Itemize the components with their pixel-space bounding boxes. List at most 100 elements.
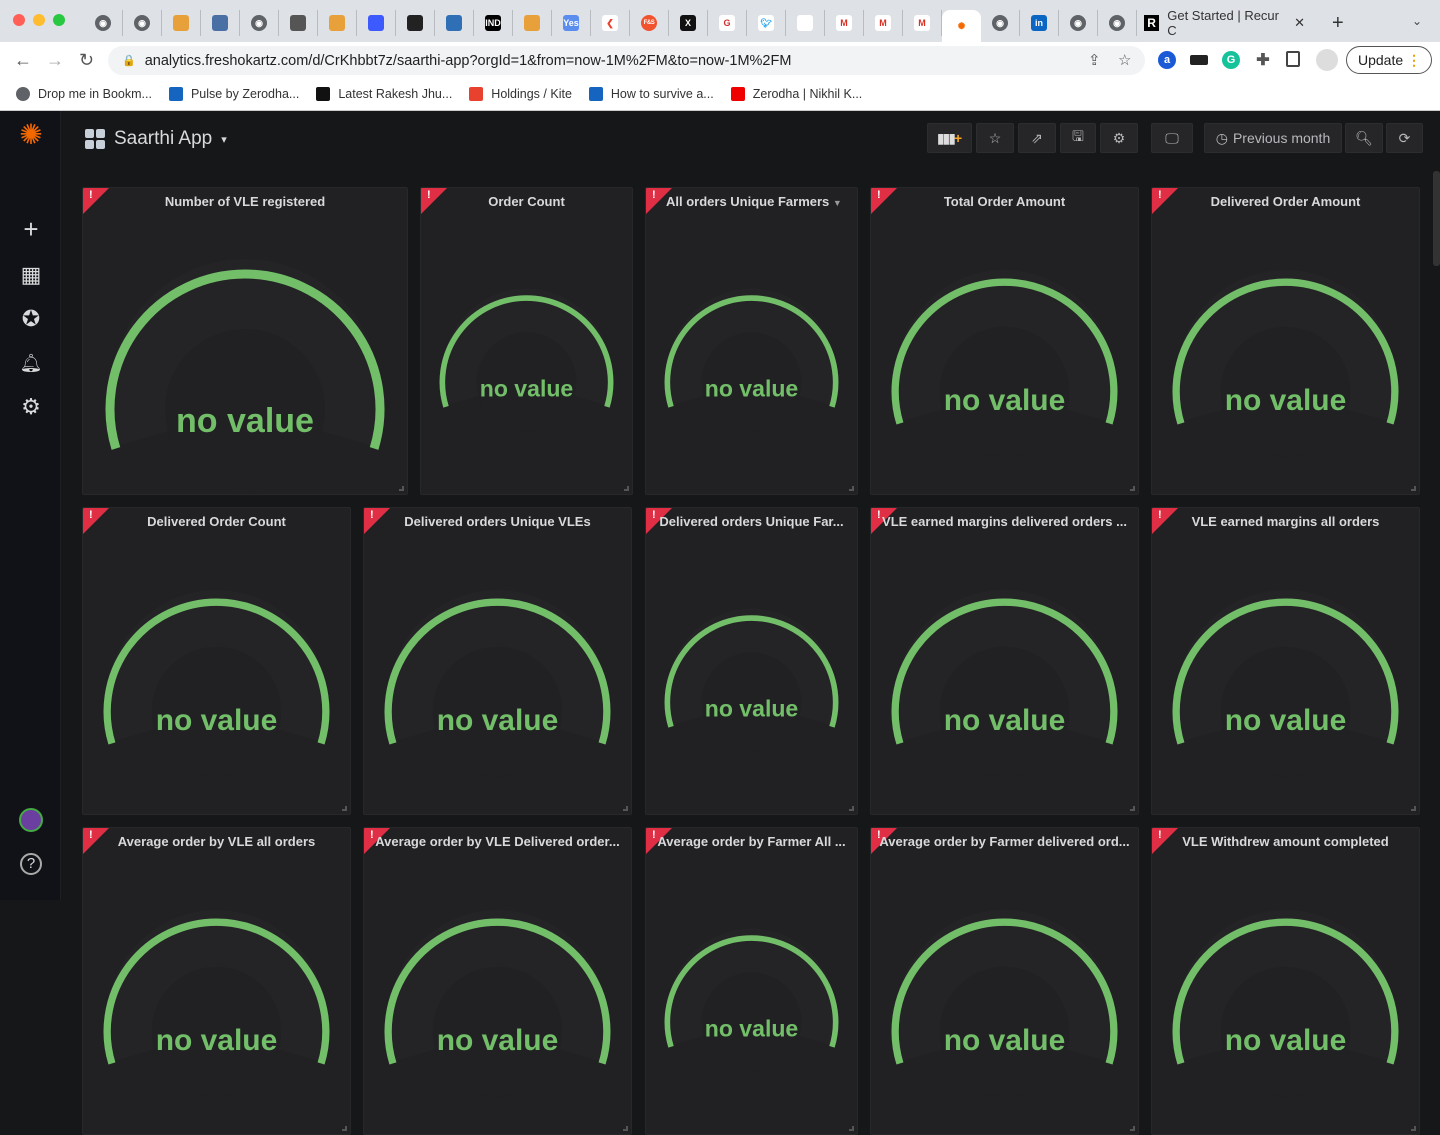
pinned-tab[interactable]: 🐦︎: [747, 10, 786, 36]
panel-title[interactable]: VLE earned margins delivered orders ...: [871, 514, 1138, 529]
panel-resize-handle[interactable]: [624, 486, 629, 491]
panel-title[interactable]: Delivered orders Unique Far...: [646, 514, 857, 529]
gauge-panel[interactable]: ! Average order by VLE Delivered order..…: [363, 827, 632, 1135]
gauge-panel[interactable]: ! Delivered orders Unique Far... no valu…: [645, 507, 858, 815]
gauge-panel[interactable]: ! Average order by Farmer All ... no val…: [645, 827, 858, 1135]
panel-title[interactable]: VLE earned margins all orders: [1152, 514, 1419, 529]
explore-compass-icon[interactable]: ✪: [19, 307, 43, 331]
user-avatar[interactable]: [19, 808, 43, 832]
browser-tab[interactable]: R Get Started | Recur C ✕: [1140, 8, 1315, 38]
pinned-tab[interactable]: [279, 10, 318, 36]
pinned-tab[interactable]: ◉: [240, 10, 279, 36]
pinned-tab[interactable]: ◉: [123, 10, 162, 36]
panel-resize-handle[interactable]: [1411, 1126, 1416, 1131]
panel-resize-handle[interactable]: [1411, 486, 1416, 491]
gauge-panel[interactable]: ! Average order by Farmer delivered ord.…: [870, 827, 1139, 1135]
bookmark-item[interactable]: Pulse by Zerodha...: [168, 87, 299, 101]
help-icon[interactable]: ?: [20, 853, 42, 875]
pinned-tab[interactable]: F&S: [630, 10, 669, 36]
gauge-panel[interactable]: ! Delivered orders Unique VLEs no value: [363, 507, 632, 815]
cycle-view-mode-button[interactable]: 🖵: [1151, 123, 1193, 153]
gauge-panel[interactable]: ! Average order by VLE all orders no val…: [82, 827, 351, 1135]
panel-resize-handle[interactable]: [849, 486, 854, 491]
panel-title[interactable]: Number of VLE registered: [83, 194, 407, 209]
pinned-tab[interactable]: ❮: [591, 10, 630, 36]
panel-resize-handle[interactable]: [849, 806, 854, 811]
pinned-tab[interactable]: [786, 10, 825, 36]
panel-resize-handle[interactable]: [623, 806, 628, 811]
time-picker-button[interactable]: ◷ Previous month: [1204, 123, 1342, 153]
add-panel-button[interactable]: ▮▮▮ +: [927, 123, 972, 153]
gauge-panel[interactable]: ! Total Order Amount no value: [870, 187, 1139, 495]
address-bar[interactable]: 🔒 analytics.freshokartz.com/d/CrKhbbt7z/…: [108, 46, 1145, 75]
scrollbar[interactable]: [1433, 171, 1440, 266]
bookmark-item[interactable]: Holdings / Kite: [469, 87, 572, 101]
pinned-tab[interactable]: ◉: [1098, 10, 1137, 36]
pinned-tab[interactable]: M: [825, 10, 864, 36]
profile-avatar[interactable]: [1316, 49, 1338, 71]
gauge-panel[interactable]: ! Delivered Order Count no value: [82, 507, 351, 815]
gauge-panel[interactable]: ! Order Count no value: [420, 187, 633, 495]
panel-title[interactable]: Average order by VLE Delivered order...: [364, 834, 631, 849]
panel-title[interactable]: Total Order Amount: [871, 194, 1138, 209]
gauge-panel[interactable]: ! VLE Withdrew amount completed no value: [1151, 827, 1420, 1135]
bookmark-item[interactable]: Drop me in Bookm...: [16, 87, 152, 101]
pinned-tab[interactable]: M: [864, 10, 903, 36]
panel-resize-handle[interactable]: [399, 486, 404, 491]
pinned-tab[interactable]: [513, 10, 552, 36]
close-tab-icon[interactable]: ✕: [1294, 15, 1305, 31]
maximize-window-button[interactable]: [53, 14, 65, 26]
minimize-window-button[interactable]: [33, 14, 45, 26]
panel-title[interactable]: Delivered Order Amount: [1152, 194, 1419, 209]
gauge-panel[interactable]: ! All orders Unique Farmers ▼ no value: [645, 187, 858, 495]
create-plus-icon[interactable]: +: [19, 216, 43, 242]
grammarly-icon[interactable]: G: [1222, 51, 1240, 69]
panel-resize-handle[interactable]: [342, 806, 347, 811]
dashboards-icon[interactable]: ▦: [19, 263, 43, 287]
panel-title[interactable]: Average order by Farmer delivered ord...: [871, 834, 1138, 849]
reload-button[interactable]: ↻: [79, 50, 94, 71]
pinned-tab[interactable]: [201, 10, 240, 36]
gauge-panel[interactable]: ! VLE earned margins all orders no value: [1151, 507, 1420, 815]
keyboard-extension-icon[interactable]: [1190, 55, 1208, 65]
panel-title[interactable]: Average order by VLE all orders: [83, 834, 350, 849]
bookmark-star-icon[interactable]: ☆: [1118, 51, 1131, 69]
pinned-tab[interactable]: in: [1020, 10, 1059, 36]
share-dashboard-button[interactable]: ⇗: [1018, 123, 1056, 153]
back-button[interactable]: ←: [14, 50, 32, 71]
pinned-tab[interactable]: [396, 10, 435, 36]
pinned-tab[interactable]: X: [669, 10, 708, 36]
panel-title[interactable]: Delivered orders Unique VLEs: [364, 514, 631, 529]
save-dashboard-button[interactable]: 🖫: [1060, 123, 1096, 153]
pinned-tab[interactable]: ◉: [84, 10, 123, 36]
pinned-tab[interactable]: ◉: [981, 10, 1020, 36]
configuration-gear-icon[interactable]: ⚙: [19, 395, 43, 419]
panel-resize-handle[interactable]: [849, 1126, 854, 1131]
panel-resize-handle[interactable]: [1130, 486, 1135, 491]
share-icon[interactable]: ⇪: [1088, 51, 1101, 69]
panel-menu-caret-icon[interactable]: ▼: [833, 198, 842, 208]
panel-resize-handle[interactable]: [1130, 806, 1135, 811]
panel-resize-handle[interactable]: [623, 1126, 628, 1131]
panel-title[interactable]: Average order by Farmer All ...: [646, 834, 857, 849]
extensions-puzzle-icon[interactable]: ✚: [1254, 51, 1272, 69]
panel-title[interactable]: VLE Withdrew amount completed: [1152, 834, 1419, 849]
update-button[interactable]: Update ⋮: [1346, 46, 1432, 74]
zoom-out-time-button[interactable]: 🔍︎: [1345, 123, 1383, 153]
panel-title[interactable]: Order Count: [421, 194, 632, 209]
pinned-tab[interactable]: [162, 10, 201, 36]
new-tab-button[interactable]: +: [1332, 12, 1344, 35]
bookmark-item[interactable]: Latest Rakesh Jhu...: [316, 87, 452, 101]
close-window-button[interactable]: [13, 14, 25, 26]
dashboard-settings-button[interactable]: ⚙: [1100, 123, 1138, 153]
pinned-tab[interactable]: [357, 10, 396, 36]
alerting-bell-icon[interactable]: 🔔︎: [19, 351, 43, 375]
bookmark-item[interactable]: How to survive a...: [588, 87, 714, 101]
pinned-tab[interactable]: [435, 10, 474, 36]
panel-title[interactable]: All orders Unique Farmers ▼: [646, 194, 857, 209]
pinned-tab[interactable]: ◉: [1059, 10, 1098, 36]
dashboard-picker[interactable]: Saarthi App ▾: [85, 128, 227, 150]
refresh-button[interactable]: ⟳: [1386, 123, 1423, 153]
forward-button[interactable]: →: [46, 50, 64, 71]
pinned-tab[interactable]: IND: [474, 10, 513, 36]
